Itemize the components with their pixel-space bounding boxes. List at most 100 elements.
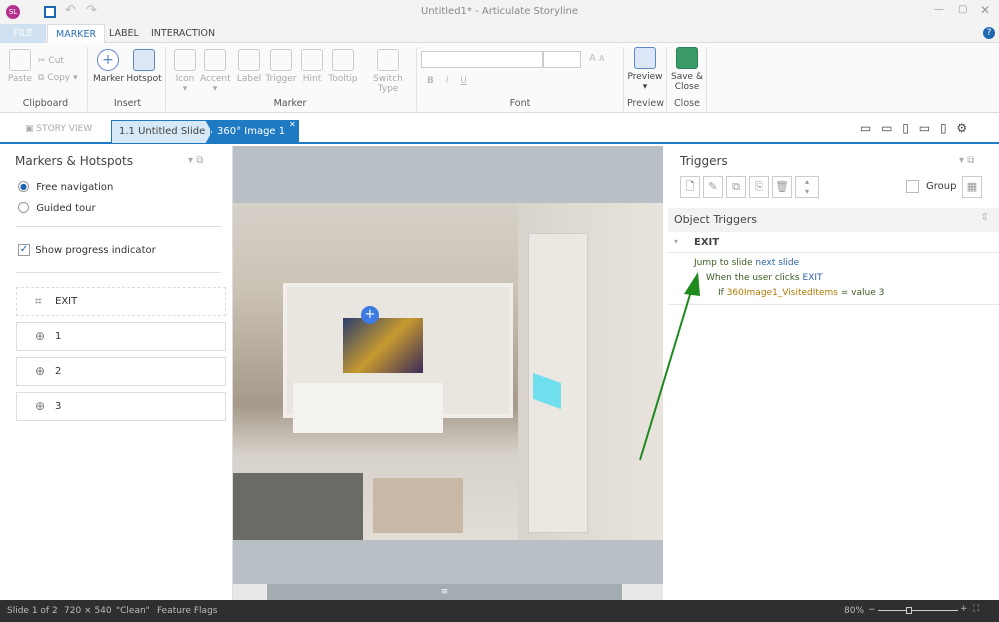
- font-size-select[interactable]: [543, 51, 581, 68]
- hotspot-icon: [133, 49, 155, 71]
- feature-flags[interactable]: Feature Flags: [157, 606, 217, 616]
- close-button[interactable]: ✕: [980, 3, 990, 17]
- marker-item-exit[interactable]: ⌗ EXIT: [16, 287, 226, 316]
- phone-landscape-icon[interactable]: ▭: [919, 121, 930, 135]
- progress-indicator-checkbox[interactable]: ✓ Show progress indicator: [18, 244, 156, 256]
- trigger-object-exit[interactable]: ▾ EXIT: [668, 233, 999, 253]
- zoom-in-button[interactable]: +: [960, 604, 968, 614]
- plus-circle-icon: ⊕: [35, 329, 46, 343]
- group-clipboard: Clipboard: [22, 98, 69, 109]
- maximize-button[interactable]: ▢: [958, 4, 967, 15]
- group-insert: Insert: [113, 98, 142, 109]
- collapse-icon: ▾: [674, 237, 679, 246]
- lightning-icon: [270, 49, 292, 71]
- preview-icon: [634, 47, 656, 69]
- bold-button[interactable]: B: [427, 76, 434, 86]
- hint-icon: [301, 49, 323, 71]
- slide-size: 720 × 540: [64, 606, 112, 616]
- plus-circle-icon: ⊕: [35, 364, 46, 378]
- icon-button[interactable]: Icon ▾: [172, 49, 198, 94]
- save-close-button[interactable]: Save & Close: [670, 47, 704, 92]
- scrollbar-thumb[interactable]: ≡: [267, 584, 622, 600]
- hint-button[interactable]: Hint: [300, 49, 324, 84]
- ribbon: Paste ✂ Cut ⧉ Copy ▾ Clipboard + Marker H…: [0, 43, 999, 113]
- group-checkbox[interactable]: [906, 180, 919, 193]
- cut-button[interactable]: ✂ Cut: [38, 56, 64, 66]
- grow-font-button[interactable]: A: [589, 53, 596, 64]
- trigger-item[interactable]: Jump to slide next slide When the user c…: [668, 253, 999, 305]
- group-label: Group: [926, 181, 957, 192]
- tab-interaction[interactable]: INTERACTION: [143, 24, 223, 43]
- window-title: Untitled1* - Articulate Storyline: [421, 6, 578, 17]
- panel-menu-icon[interactable]: ▾ ⧉: [959, 155, 974, 166]
- ribbon-tabs: FILE MARKER LABEL INTERACTION ?: [0, 24, 999, 43]
- tooltip-button[interactable]: Tooltip: [327, 49, 359, 84]
- minimize-button[interactable]: —: [934, 4, 944, 15]
- marker-pin[interactable]: +: [361, 306, 379, 324]
- edit-trigger-button[interactable]: ✎: [703, 176, 723, 198]
- label-button[interactable]: Label: [236, 49, 262, 84]
- hotspot-button[interactable]: Hotspot: [126, 49, 162, 84]
- shrink-font-button[interactable]: A: [599, 54, 604, 63]
- story-view-tab[interactable]: ▣ STORY VIEW: [25, 124, 92, 134]
- underline-button[interactable]: U: [460, 76, 467, 86]
- tab-marker[interactable]: MARKER: [47, 24, 106, 43]
- save-close-icon: [676, 47, 698, 69]
- panel-title: Markers & Hotspots: [15, 154, 133, 168]
- paste-button[interactable]: Paste: [6, 49, 34, 84]
- accent-button[interactable]: Accent ▾: [200, 49, 231, 94]
- marker-item-2[interactable]: ⊕ 2: [16, 357, 226, 386]
- plus-circle-icon: ⊕: [35, 399, 46, 413]
- slide-tab[interactable]: 1.1 Untitled Slide: [111, 120, 211, 144]
- group-preview: Preview: [627, 98, 664, 109]
- annotation-arrow: [639, 272, 700, 461]
- paste-trigger-button[interactable]: ⎘: [749, 176, 769, 198]
- guided-tour-radio[interactable]: Guided tour: [18, 202, 96, 214]
- theme-name: "Clean": [116, 606, 150, 616]
- switch-type-icon: [377, 49, 399, 71]
- trigger-button[interactable]: Trigger: [265, 49, 297, 84]
- close-tab-icon[interactable]: ✕: [289, 120, 296, 129]
- marker-item-3[interactable]: ⊕ 3: [16, 392, 226, 421]
- marker-item-1[interactable]: ⊕ 1: [16, 322, 226, 351]
- panorama-image: +: [233, 203, 663, 540]
- image-tab[interactable]: 360° Image 1: [205, 120, 299, 144]
- font-family-select[interactable]: [421, 51, 543, 68]
- status-bar: Slide 1 of 2 720 × 540 "Clean" Feature F…: [0, 600, 999, 622]
- group-marker: Marker: [273, 98, 307, 109]
- phone-portrait-icon[interactable]: ▯: [940, 121, 947, 135]
- zoom-slider[interactable]: [878, 607, 958, 614]
- group-font: Font: [509, 98, 531, 109]
- desktop-preview-icon[interactable]: ▭: [860, 121, 871, 135]
- new-trigger-button[interactable]: 🗋: [680, 176, 700, 198]
- copy-trigger-button[interactable]: ⧉: [726, 176, 746, 198]
- horizontal-scrollbar[interactable]: ≡: [233, 584, 663, 600]
- delete-trigger-button[interactable]: 🗑: [772, 176, 792, 198]
- help-icon[interactable]: ?: [983, 27, 995, 39]
- object-triggers-header: Object Triggers ⇳: [668, 208, 999, 232]
- hotspot-icon: ⌗: [35, 294, 42, 308]
- italic-button[interactable]: I: [446, 76, 449, 86]
- switch-type-button[interactable]: Switch Type: [363, 49, 413, 94]
- tab-file[interactable]: FILE: [0, 24, 46, 43]
- panel-menu-icon[interactable]: ▾ ⧉: [188, 155, 203, 166]
- collapse-all-icon[interactable]: ⇳: [981, 212, 989, 223]
- paste-icon: [9, 49, 31, 71]
- icon-icon: [174, 49, 196, 71]
- tablet-portrait-icon[interactable]: ▯: [902, 121, 909, 135]
- settings-icon[interactable]: ⚙: [956, 121, 967, 135]
- marker-button[interactable]: + Marker: [93, 49, 124, 84]
- stage: + ≡: [233, 146, 663, 600]
- markers-panel: Markers & Hotspots ▾ ⧉ ● Free navigation…: [0, 146, 233, 600]
- free-navigation-radio[interactable]: ● Free navigation: [18, 181, 113, 193]
- slide-count: Slide 1 of 2: [7, 606, 58, 616]
- copy-button[interactable]: ⧉ Copy ▾: [38, 73, 78, 83]
- tab-label[interactable]: LABEL: [101, 24, 147, 43]
- zoom-level: 80%: [844, 606, 865, 616]
- move-trigger-button[interactable]: ▴ ▾: [795, 176, 819, 198]
- tablet-landscape-icon[interactable]: ▭: [881, 121, 892, 135]
- variables-button[interactable]: ▦: [962, 176, 982, 198]
- zoom-out-button[interactable]: −: [868, 605, 876, 615]
- fit-to-window-icon[interactable]: ⛶: [973, 604, 979, 614]
- preview-button[interactable]: Preview ▾: [627, 47, 663, 92]
